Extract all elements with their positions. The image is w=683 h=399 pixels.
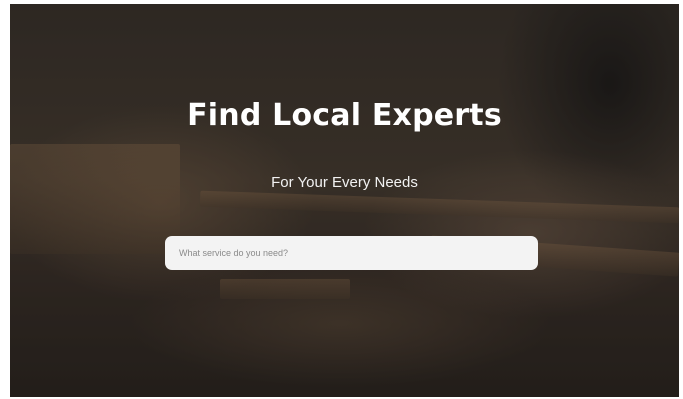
hero-title: Find Local Experts: [187, 98, 502, 133]
hero-section: Find Local Experts For Your Every Needs: [10, 4, 679, 397]
hero-dark-overlay: [10, 4, 679, 397]
hero-subtitle: For Your Every Needs: [271, 174, 418, 191]
service-search-input[interactable]: [165, 236, 538, 270]
